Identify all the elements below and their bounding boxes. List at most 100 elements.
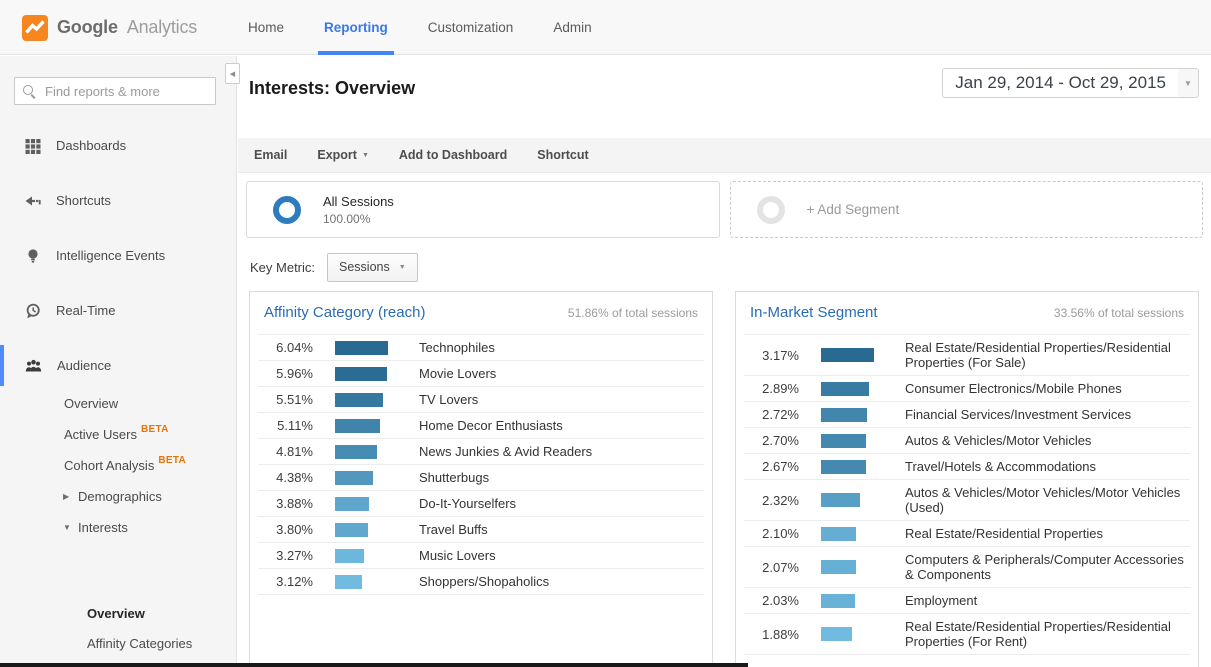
metric-bar-track [335, 393, 397, 407]
metric-label: Home Decor Enthusiasts [419, 418, 569, 433]
sidebar-item-cohort-analysis[interactable]: Cohort Analysis BETA [0, 450, 236, 481]
shortcut-button[interactable]: Shortcut [537, 148, 588, 162]
metric-bar-track [821, 493, 883, 507]
sidebar-item-demographics[interactable]: ▶ Demographics [0, 481, 236, 512]
metric-row: 1.88%Real Estate/Residential Properties/… [744, 614, 1190, 655]
metric-bar-track [821, 382, 883, 396]
caret-down-icon: ▼ [362, 152, 369, 159]
analytics-logo-icon [22, 15, 48, 41]
add-segment-card[interactable]: + Add Segment [730, 181, 1204, 238]
metric-bar [821, 594, 855, 608]
metric-row: 4.38%Shutterbugs [258, 465, 704, 491]
sidebar-item-active-users[interactable]: Active Users BETA [0, 419, 236, 450]
report-content: Interests: Overview Jan 29, 2014 - Oct 2… [238, 56, 1211, 667]
metric-bar [335, 471, 373, 485]
triangle-collapsed-icon: ▶ [63, 492, 72, 501]
logo-text-analytics: Analytics [127, 17, 197, 38]
key-metric-dropdown[interactable]: Sessions ▼ [327, 253, 418, 282]
metric-value: 5.51% [258, 392, 313, 407]
nav-customization[interactable]: Customization [428, 0, 514, 55]
all-sessions-segment-card[interactable]: All Sessions 100.00% [246, 181, 720, 238]
sidebar-item-real-time[interactable]: Real-Time [0, 283, 236, 338]
sidebar-item-audience[interactable]: Audience [0, 338, 236, 393]
sidebar-item-label: Real-Time [56, 303, 115, 318]
submenu-label: Demographics [78, 489, 162, 504]
metric-value: 5.11% [258, 418, 313, 433]
segment-donut-placeholder-icon [757, 196, 785, 224]
sidebar-item-affinity-categories[interactable]: Affinity Categories [0, 628, 236, 658]
metric-bar [821, 460, 866, 474]
caret-down-icon: ▼ [1178, 69, 1198, 97]
submenu-label: Overview [87, 606, 145, 621]
nav-home[interactable]: Home [248, 0, 284, 55]
key-metric-value: Sessions [339, 260, 390, 274]
metric-bar-track [335, 575, 397, 589]
audience-submenu: Overview Active Users BETA Cohort Analys… [0, 388, 236, 543]
metric-value: 2.72% [744, 407, 799, 422]
toolbar-label: Add to Dashboard [399, 148, 507, 162]
sidebar: Dashboards Shortcuts Intelligence Events [0, 56, 237, 667]
export-button[interactable]: Export ▼ [317, 148, 369, 162]
metric-value: 3.17% [744, 348, 799, 363]
sidebar-item-label: Dashboards [56, 138, 126, 153]
metric-bar [335, 549, 364, 563]
sidebar-item-audience-overview[interactable]: Overview [0, 388, 236, 419]
metric-bar-track [821, 594, 883, 608]
metric-bar-track [821, 627, 883, 641]
sidebar-item-shortcuts[interactable]: Shortcuts [0, 173, 236, 228]
add-to-dashboard-button[interactable]: Add to Dashboard [399, 148, 507, 162]
affinity-total-sessions-share: 51.86% of total sessions [568, 306, 698, 320]
metric-label: Movie Lovers [419, 366, 502, 381]
metric-row: 2.72%Financial Services/Investment Servi… [744, 402, 1190, 428]
metric-bar [821, 627, 852, 641]
metric-label: Employment [905, 593, 983, 608]
metric-bar [335, 445, 377, 459]
report-search [14, 77, 216, 105]
sidebar-item-interests[interactable]: ▼ Interests [0, 512, 236, 543]
metric-row: 5.96%Movie Lovers [258, 361, 704, 387]
metric-label: Shutterbugs [419, 470, 495, 485]
metric-row: 2.67% Travel/Hotels & Accommodations [744, 454, 1190, 480]
metric-bar [821, 434, 866, 448]
metric-bar [335, 367, 387, 381]
beta-badge: BETA [141, 424, 169, 435]
email-button[interactable]: Email [254, 148, 287, 162]
sidebar-item-label: Audience [57, 358, 111, 373]
metric-bar-track [821, 408, 883, 422]
date-range-selector[interactable]: Jan 29, 2014 - Oct 29, 2015 ▼ [942, 68, 1199, 98]
google-analytics-app: Google Analytics Home Reporting Customiz… [0, 0, 1211, 667]
metric-bar [335, 341, 388, 355]
metric-bar-track [821, 460, 883, 474]
logo-text-google: Google [57, 17, 118, 38]
in-market-segment-title-link[interactable]: In-Market Segment [750, 304, 878, 321]
metric-label: Travel/Hotels & Accommodations [905, 459, 1102, 474]
add-segment-label: + Add Segment [807, 202, 900, 217]
affinity-category-title-link[interactable]: Affinity Category (reach) [264, 304, 425, 321]
sidebar-item-intelligence-events[interactable]: Intelligence Events [0, 228, 236, 283]
metric-bar [335, 575, 362, 589]
metric-value: 2.10% [744, 526, 799, 541]
intelligence-bulb-icon [25, 248, 41, 264]
segment-percent: 100.00% [323, 212, 394, 226]
metric-bar [821, 560, 856, 574]
segment-donut-icon [273, 196, 301, 224]
sidebar-item-interests-overview[interactable]: Overview [0, 598, 236, 628]
metric-row: 3.27%Music Lovers [258, 543, 704, 569]
metric-row: 3.80%Travel Buffs [258, 517, 704, 543]
top-navigation-bar: Google Analytics Home Reporting Customiz… [0, 0, 1211, 55]
google-analytics-logo[interactable]: Google Analytics [22, 0, 197, 55]
metric-row: 2.07%Computers & Peripherals/Computer Ac… [744, 547, 1190, 588]
metric-bar-track [821, 560, 883, 574]
metric-value: 1.88% [744, 627, 799, 642]
toolbar-label: Email [254, 148, 287, 162]
in-market-total-sessions-share: 33.56% of total sessions [1054, 306, 1184, 320]
sidebar-collapse-button[interactable]: ◀ [225, 63, 240, 84]
nav-admin[interactable]: Admin [553, 0, 591, 55]
sidebar-item-dashboards[interactable]: Dashboards [0, 118, 236, 173]
primary-nav: Home Reporting Customization Admin [248, 0, 592, 55]
nav-reporting[interactable]: Reporting [324, 0, 388, 55]
submenu-label: Cohort Analysis [64, 458, 154, 473]
search-input[interactable] [45, 78, 213, 104]
sidebar-item-label: Shortcuts [56, 193, 111, 208]
metric-value: 2.67% [744, 459, 799, 474]
